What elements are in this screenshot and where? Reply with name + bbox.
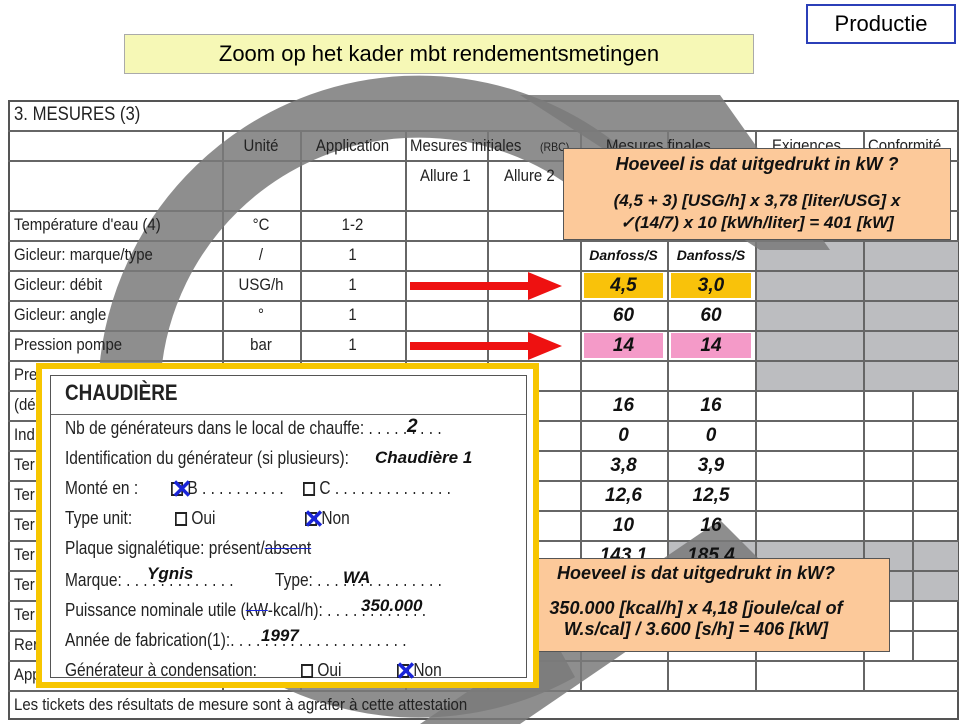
row-label: Pre (14, 365, 38, 384)
measure-value: 60 (612, 305, 635, 326)
type-unit-oui[interactable]: Oui (175, 508, 215, 529)
plaque-text: Plaque signalétique: présent/ (65, 538, 265, 558)
check-x-icon: ✕ (395, 656, 417, 686)
callout-top-title: Hoeveel is dat uitgedrukt in kW ? (615, 154, 899, 174)
row-label: Rer (14, 635, 39, 654)
measure-value: 3,9 (697, 455, 725, 476)
row-unit: bar (250, 335, 272, 354)
row-application: 1-2 (341, 215, 364, 234)
footer-note: Les tickets des résultats de mesure sont… (14, 695, 468, 714)
row-label: Ter (14, 485, 35, 504)
monte-label: Monté en : (65, 478, 139, 498)
monte-c-label: C . . . . . . . . . . . . . . (319, 478, 451, 498)
condensation-label: Générateur à condensation: (65, 660, 257, 680)
row-unit: ° (258, 305, 264, 324)
checkbox-c[interactable] (303, 482, 316, 497)
measure-value: 3,0 (671, 273, 751, 298)
arrow-debit-head (528, 272, 562, 300)
id-label: Identification du générateur (si plusieu… (65, 448, 349, 468)
measure-value: 60 (700, 305, 722, 326)
callout-bottom-line2: W.s/cal] / 3.600 [s/h] = 406 [kW] (563, 619, 829, 639)
row-label: Ter (14, 455, 35, 474)
divider (51, 414, 526, 415)
condensation-oui[interactable]: Oui (301, 660, 341, 681)
puissance-text: Puissance nominale utile ( (65, 600, 246, 620)
check-x-icon: ✕ (303, 504, 325, 534)
header-initiales: Mesures initiales (410, 136, 522, 155)
measure-value: Danfoss/S (589, 247, 658, 263)
header-allure1: Allure 1 (420, 166, 471, 185)
section-title: 3. MESURES (3) (14, 104, 141, 125)
row-label: Gicleur: débit (14, 275, 103, 294)
row-label: Température d'eau (4) (14, 215, 161, 234)
row-application: 1 (348, 245, 357, 264)
header-unite: Unité (243, 136, 279, 155)
measure-value: 14 (671, 333, 751, 358)
type-value: WA (343, 568, 371, 587)
checkbox-oui[interactable] (175, 512, 188, 527)
row-application: 1 (348, 305, 357, 324)
row-label: Ter (14, 605, 35, 624)
row-label: Ter (14, 515, 35, 534)
nb-value: 2 (407, 416, 418, 437)
measure-value: 16 (700, 395, 722, 416)
arrow-debit (410, 282, 530, 290)
measure-value: 12,6 (605, 485, 642, 506)
oui-label: Oui (317, 660, 342, 680)
measure-value: 16 (700, 515, 722, 536)
checkbox-cond-oui[interactable] (301, 664, 314, 679)
measure-value: 16 (612, 395, 635, 416)
check-x-icon: ✕ (171, 474, 193, 504)
chaudiere-frame: CHAUDIÈRE Nb de générateurs dans le loca… (36, 363, 539, 688)
annee-value: 1997 (261, 626, 299, 645)
header-allure2: Allure 2 (504, 166, 555, 185)
marque-value: Ygnis (147, 564, 194, 583)
plaque-label: Plaque signalétique: présent/absent (65, 538, 311, 559)
row-label: Gicleur: angle (14, 305, 107, 324)
plaque-struck: absent (264, 538, 312, 558)
measure-value: 10 (612, 515, 635, 536)
row-label: Ind (14, 425, 35, 444)
measure-value: 12,5 (692, 485, 730, 506)
callout-top: Hoeveel is dat uitgedrukt in kW ? (4,5 +… (563, 148, 951, 240)
monte-c-option[interactable]: C . . . . . . . . . . . . . . (303, 478, 451, 499)
callout-bottom: Hoeveel is dat uitgedrukt in kW? 350.000… (502, 558, 890, 652)
row-label: Ter (14, 545, 35, 564)
type-unit-label: Type unit: (65, 508, 133, 528)
puissance-struck: kW (245, 600, 268, 620)
row-application: 1 (348, 275, 357, 294)
callout-bottom-line1: 350.000 [kcal/h] x 4,18 [joule/cal of (549, 598, 843, 618)
annee-label: Année de fabrication(1):. . . . . . . . … (65, 630, 407, 650)
arrow-pression-head (528, 332, 562, 360)
non-label: Non (413, 660, 442, 680)
header-application: Application (315, 136, 390, 155)
row-label: Pression pompe (14, 335, 123, 354)
row-unit: USG/h (238, 275, 284, 294)
measure-value: 3,8 (610, 455, 637, 476)
monte-b-label: B . . . . . . . . . . (187, 478, 284, 498)
measure-value: 14 (584, 333, 663, 358)
row-label: Gicleur: marque/type (14, 245, 153, 264)
chaudiere-box: CHAUDIÈRE Nb de générateurs dans le loca… (50, 375, 527, 684)
callout-top-line1: (4,5 + 3) [USG/h] x 3,78 [liter/USG] x (613, 191, 901, 210)
measure-value: Danfoss/S (676, 247, 746, 263)
nb-label: Nb de générateurs dans le local de chauf… (65, 418, 442, 438)
oui-label: Oui (191, 508, 216, 528)
callout-bottom-title: Hoeveel is dat uitgedrukt in kW? (556, 563, 836, 583)
non-label: Non (321, 508, 350, 528)
row-label: Ter (14, 575, 35, 594)
callout-top-line2: ✓(14/7) x 10 [kWh/liter] = 401 [kW] (620, 213, 894, 232)
row-unit: °C (252, 215, 270, 234)
puissance-value: 350.000 (361, 596, 423, 615)
row-unit: / (258, 245, 264, 264)
measure-value: 0 (618, 425, 629, 446)
id-value: Chaudière 1 (375, 448, 473, 467)
chaudiere-title: CHAUDIÈRE (65, 380, 178, 405)
measure-value: 0 (705, 425, 717, 446)
row-label: (dé (14, 395, 36, 414)
arrows (410, 272, 562, 360)
arrow-pression (410, 342, 530, 350)
row-application: 1 (348, 335, 357, 354)
measure-value: 4,5 (584, 273, 663, 298)
